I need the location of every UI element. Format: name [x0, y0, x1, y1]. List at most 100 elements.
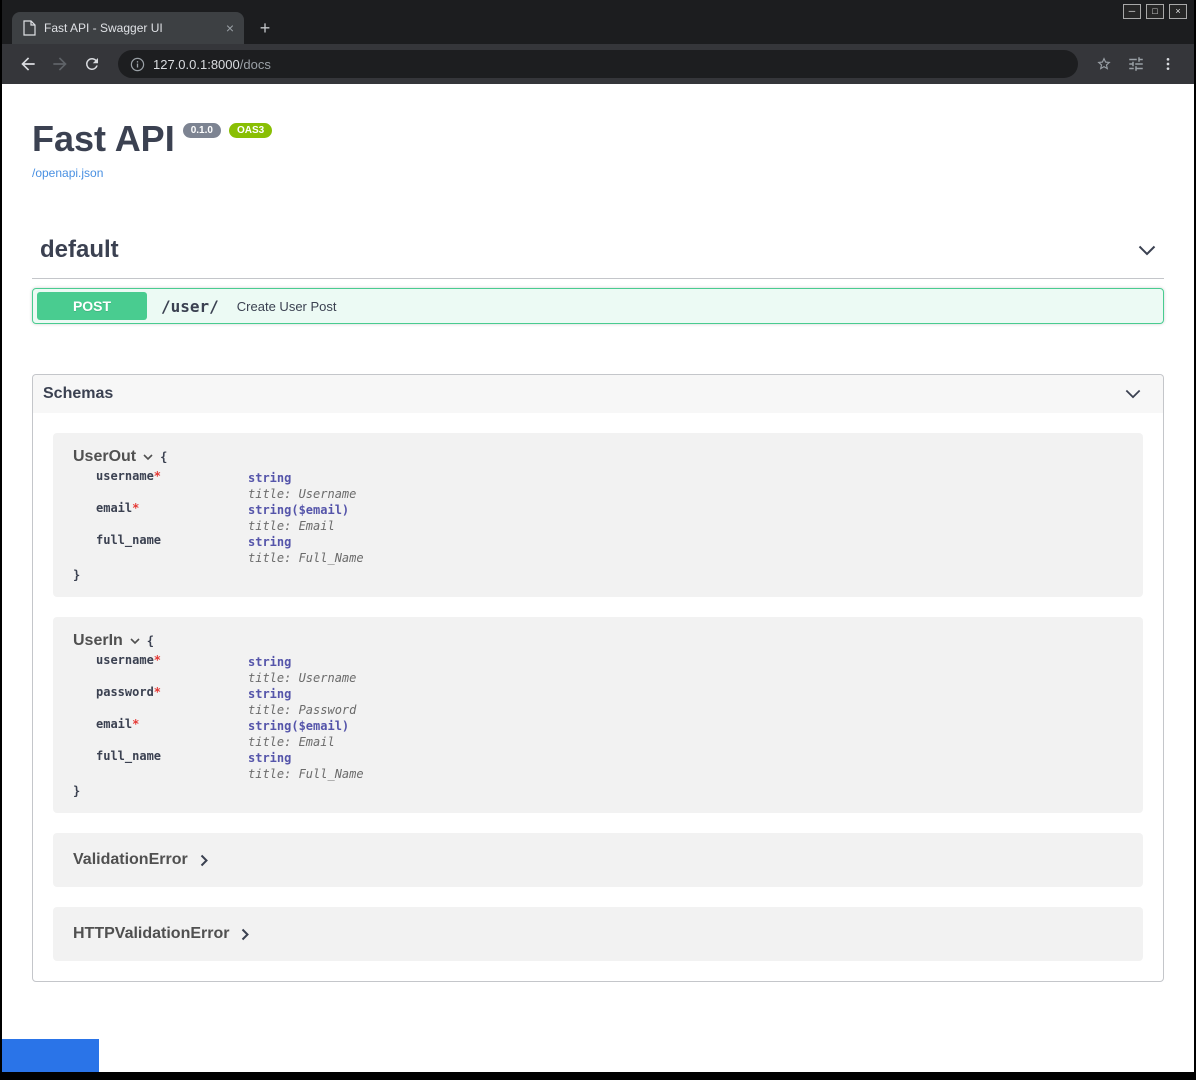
property-row: password* string title: Password [96, 685, 1123, 717]
menu-dots-icon[interactable] [1154, 50, 1182, 78]
back-button[interactable] [14, 50, 42, 78]
reload-button[interactable] [78, 50, 106, 78]
property-title: title: Full_Name [248, 767, 364, 781]
address-bar[interactable]: 127.0.0.1:8000/docs [118, 50, 1078, 78]
operation-path: /user/ [161, 297, 219, 316]
required-star: * [154, 685, 161, 699]
property-type: string [248, 471, 291, 485]
property-name: email* [96, 501, 248, 533]
chevron-right-icon[interactable] [241, 928, 249, 941]
sliders-icon[interactable] [1122, 50, 1150, 78]
openapi-spec-link[interactable]: /openapi.json [32, 166, 103, 180]
model-title[interactable]: ValidationError [73, 851, 188, 869]
brace-close: } [73, 784, 1123, 798]
model-properties: username* string title: Username email* … [96, 469, 1123, 565]
forward-button[interactable] [46, 50, 74, 78]
close-button[interactable]: × [1169, 4, 1187, 19]
property-definition: string($email) title: Email [248, 501, 349, 533]
opblock-post-user[interactable]: POST /user/ Create User Post [32, 288, 1164, 324]
property-name-text: full_name [96, 749, 161, 763]
property-definition: string title: Full_Name [248, 749, 364, 781]
http-method-badge: POST [37, 292, 147, 320]
property-row: full_name string title: Full_Name [96, 749, 1123, 781]
models-container: UserOut { username* string ti [33, 413, 1163, 981]
chevron-down-icon[interactable] [143, 454, 153, 461]
property-definition: string title: Username [248, 469, 356, 501]
property-name-text: username [96, 653, 154, 667]
brace-open: { [160, 450, 167, 464]
model-title[interactable]: UserIn [73, 632, 123, 650]
property-type: string [248, 503, 291, 517]
property-format: ($email) [291, 503, 349, 517]
maximize-button[interactable]: □ [1146, 4, 1164, 19]
property-name-text: username [96, 469, 154, 483]
model-header[interactable]: UserOut { [73, 448, 1123, 466]
chevron-down-icon[interactable] [130, 638, 140, 645]
property-row: email* string($email) title: Email [96, 501, 1123, 533]
property-row: username* string title: Username [96, 653, 1123, 685]
property-title: title: Email [248, 519, 349, 533]
page-favicon-icon [22, 20, 36, 36]
url-path: /docs [240, 57, 271, 72]
operation-summary: Create User Post [237, 299, 337, 314]
url-text: 127.0.0.1:8000/docs [153, 57, 271, 72]
api-info: Fast API 0.1.0 OAS3 /openapi.json [32, 118, 1164, 182]
property-name: email* [96, 717, 248, 749]
property-type: string [248, 655, 291, 669]
property-definition: string title: Full_Name [248, 533, 364, 565]
property-definition: string title: Password [248, 685, 356, 717]
model-title[interactable]: UserOut [73, 448, 136, 466]
swagger-page: Fast API0.1.0OAS3 /openapi.json default … [2, 84, 1194, 1072]
tag-title: default [40, 236, 119, 264]
schema-model-userin: UserIn { username* string tit [53, 617, 1143, 813]
chevron-right-icon[interactable] [200, 854, 208, 867]
brace-open: { [147, 634, 154, 648]
window-controls: ─ □ × [1123, 4, 1187, 19]
url-host: 127.0.0.1:8000 [153, 57, 240, 72]
property-name: full_name [96, 749, 248, 781]
property-type: string [248, 719, 291, 733]
api-title-text: Fast API [32, 118, 175, 159]
model-title[interactable]: HTTPValidationError [73, 925, 229, 943]
window-bottom-border [2, 1072, 1194, 1080]
property-name-text: full_name [96, 533, 161, 547]
model-header[interactable]: UserIn { [73, 632, 1123, 650]
tab-strip: Fast API - Swagger UI × + ─ □ × [2, 0, 1194, 44]
property-type: string [248, 687, 291, 701]
property-name: username* [96, 469, 248, 501]
property-title: title: Username [248, 487, 356, 501]
required-star: * [154, 653, 161, 667]
schema-model-validationerror[interactable]: ValidationError [53, 833, 1143, 887]
browser-tab[interactable]: Fast API - Swagger UI × [12, 12, 244, 44]
property-definition: string($email) title: Email [248, 717, 349, 749]
bookmark-star-icon[interactable] [1090, 50, 1118, 78]
schemas-header[interactable]: Schemas [33, 375, 1163, 413]
tab-title: Fast API - Swagger UI [44, 21, 218, 35]
property-name-text: email [96, 501, 132, 515]
required-star: * [132, 717, 139, 731]
tab-close-icon[interactable]: × [226, 21, 234, 35]
browser-toolbar: 127.0.0.1:8000/docs [2, 44, 1194, 84]
property-row: username* string title: Username [96, 469, 1123, 501]
minimize-button[interactable]: ─ [1123, 4, 1141, 19]
property-definition: string title: Username [248, 653, 356, 685]
schema-model-httpvalidationerror[interactable]: HTTPValidationError [53, 907, 1143, 961]
status-indicator [2, 1039, 99, 1072]
property-name: full_name [96, 533, 248, 565]
property-title: title: Password [248, 703, 356, 717]
version-badge: 0.1.0 [183, 123, 221, 138]
property-type: string [248, 535, 291, 549]
property-row: email* string($email) title: Email [96, 717, 1123, 749]
property-type: string [248, 751, 291, 765]
site-info-icon[interactable] [130, 57, 145, 72]
schemas-title: Schemas [43, 385, 113, 403]
property-title: title: Email [248, 735, 349, 749]
new-tab-button[interactable]: + [252, 15, 278, 41]
property-format: ($email) [291, 719, 349, 733]
property-row: full_name string title: Full_Name [96, 533, 1123, 565]
page-title: Fast API 0.1.0 OAS3 [32, 118, 1164, 160]
chevron-down-icon[interactable] [1138, 245, 1156, 256]
chevron-down-icon[interactable] [1125, 389, 1143, 399]
oas-badge: OAS3 [229, 123, 272, 138]
tag-section-default[interactable]: default [32, 236, 1164, 279]
